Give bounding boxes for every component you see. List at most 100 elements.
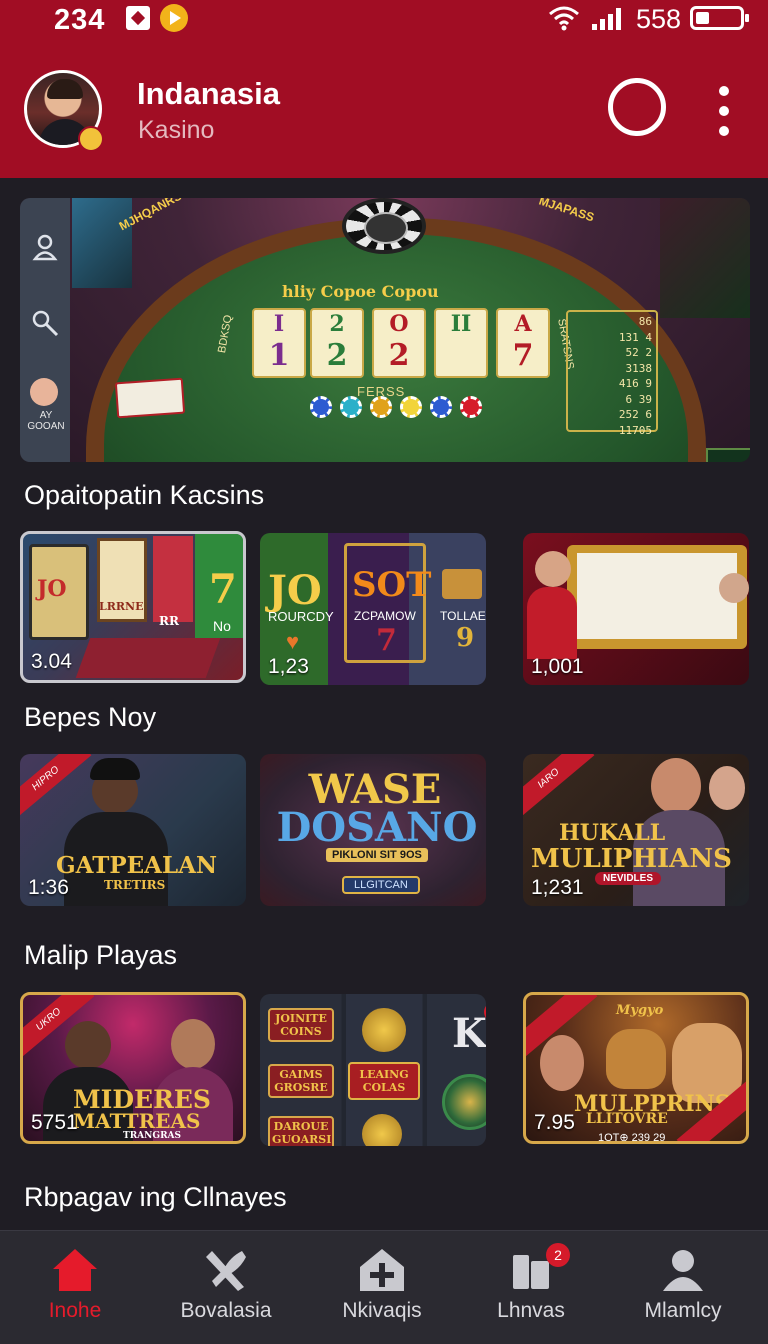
nav-label: Lhnvas (497, 1299, 565, 1322)
game-tile[interactable]: HIPRO GATPEALAN TRETIRS 1:36 (20, 754, 246, 906)
poster-right (660, 198, 750, 318)
section-title: Bepes Noy (24, 702, 157, 732)
game-tile[interactable]: IARO HUKALL MULIPHIANS NEVIDLES 1;231 (523, 754, 749, 906)
odds-row: 131 4 (618, 330, 652, 344)
player-count: 1,001 (531, 655, 584, 678)
user-icon[interactable] (30, 232, 60, 262)
player-count: 5751 (31, 1111, 78, 1134)
nav-home[interactable]: Inohe (0, 1231, 150, 1344)
nav-profile[interactable]: Mlamlcy (608, 1231, 758, 1344)
game-tile[interactable]: 1,001 (523, 533, 749, 685)
status-bar: 234 558 (0, 0, 768, 40)
hero-banner[interactable]: MJHQANRS MJAPASS hliy Copoe Copou I122O2… (20, 198, 750, 462)
tile-label: JO (37, 576, 67, 602)
tile-label: RR (159, 614, 179, 628)
card-rank-bottom: 2 (388, 338, 410, 373)
game-tile[interactable]: Mygyo MULPPRINS LLITOVRE 1OT⊕ 239 29 7.9… (523, 992, 749, 1144)
page-title: Indanasia (137, 76, 280, 111)
slot-reels (577, 553, 737, 639)
person-avatar (651, 758, 701, 814)
tile-label: DAROUE GUOARSI (268, 1116, 334, 1146)
playing-card: I1 (252, 308, 306, 378)
page-subtitle: Kasino (138, 116, 215, 144)
card-rank-top: II (450, 311, 472, 337)
tile-label: TRETIRS (104, 878, 166, 892)
slot-panel-icon (153, 536, 193, 622)
person-avatar (65, 1021, 111, 1069)
chip-icon (370, 396, 392, 418)
card-rank-top: O (389, 311, 409, 337)
card-rank-top: A (514, 311, 532, 337)
tile-label: LRRNE (99, 600, 144, 613)
more-options-icon[interactable] (712, 84, 736, 138)
coin-icon (362, 1114, 402, 1146)
game-tile[interactable]: WASE DOSANO PIKLONI SIT 9OS LLGITCAN (260, 754, 486, 906)
promo-ribbon: IARO (523, 754, 595, 820)
game-tile[interactable]: JO ROURCDY ♥ SOT ZCPAMOW 7 TOLLAEST 9 1,… (260, 533, 486, 685)
odds-row: 86 (638, 315, 652, 328)
promo-ribbon: HIPRO (20, 754, 92, 820)
nav-tools[interactable]: Bovalasia (151, 1231, 301, 1344)
section-title: Malip Playas (24, 940, 178, 970)
status-ring-button[interactable] (608, 78, 666, 136)
status-time: 234 (54, 4, 106, 36)
card-rank-top: 2 (329, 311, 345, 337)
tile-label: TOLLAEST (440, 609, 486, 623)
tile-label: PIKLONI SIT 9OS (326, 848, 428, 862)
poster-right-text: MJAPASS (537, 198, 596, 225)
chip-icon (310, 396, 332, 418)
playing-card: A7 (496, 308, 550, 378)
hero-side-rail: AY GOOAN (20, 198, 70, 462)
search-icon[interactable] (30, 308, 60, 338)
player-count: 1,23 (268, 655, 309, 678)
battery-number: 558 (636, 4, 682, 34)
tile-label: ZCPAMOW (354, 609, 416, 623)
game-logo-icon (442, 569, 482, 599)
card-rank-top: I (273, 311, 285, 337)
profile-icon (663, 1250, 703, 1291)
nav-label: Inohe (48, 1299, 102, 1322)
player-count: 1:36 (28, 876, 69, 899)
add-square-icon (360, 1249, 404, 1291)
game-tile[interactable]: UKRO MIDERES MATTREAS TRANGRAS 5751 (20, 992, 246, 1144)
chip-icon (340, 396, 362, 418)
person-avatar (709, 766, 745, 810)
tile-label: K (452, 1010, 486, 1057)
wifi-icon (549, 6, 579, 31)
avatar-badge-icon (78, 126, 104, 152)
coin-icon (442, 1074, 486, 1130)
tile-label: 7 (209, 566, 237, 613)
person-avatar (540, 1035, 584, 1091)
card-rank-bottom: 7 (512, 338, 534, 373)
nav-cards[interactable]: 2 Lhnvas (456, 1231, 606, 1344)
player-count: 3.04 (31, 650, 72, 673)
signal-icon (592, 8, 621, 30)
tile-label: MATTREAS (73, 1109, 201, 1133)
odds-row: 52 2 (625, 346, 653, 359)
table-icon (75, 638, 221, 678)
tile-button[interactable]: LLGITCAN (342, 876, 420, 894)
game-tile[interactable]: JOINITE COINS GAIMS GROSRE DAROUE GUOARS… (260, 994, 486, 1146)
player-count: 1;231 (531, 876, 584, 899)
nav-badge: 2 (546, 1243, 570, 1267)
chip-icon (430, 396, 452, 418)
playing-card: II (434, 308, 488, 378)
playing-card: O2 (372, 308, 426, 378)
tile-label: LEAING COLAS (348, 1062, 420, 1100)
tile-label: GATPEALAN (56, 852, 218, 879)
nav-label: Nkivaqis (342, 1299, 422, 1322)
tile-label: DOSANO (276, 804, 478, 851)
odds-row: 252 6 (618, 408, 652, 421)
tile-label: TRANGRAS (123, 1131, 182, 1141)
home-icon (53, 1249, 97, 1291)
tile-label: JO (268, 567, 322, 614)
game-tile[interactable]: JO 7 No LRRNE RR 3.04 (20, 531, 246, 683)
face-avatar-icon[interactable] (30, 378, 58, 406)
tile-label: SOT (352, 565, 432, 605)
nav-label: Bovalasia (180, 1299, 272, 1322)
tile-label: Mygyo (616, 1003, 664, 1018)
tools-icon (206, 1251, 246, 1291)
tile-label: ROURCDY (268, 609, 334, 624)
play-badge-icon (160, 4, 188, 32)
nav-add[interactable]: Nkivaqis (307, 1231, 457, 1344)
